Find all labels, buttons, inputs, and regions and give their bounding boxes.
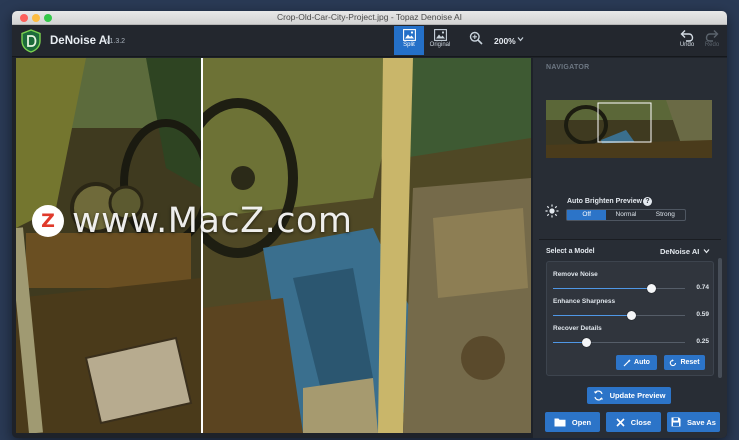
close-icon [616, 417, 625, 427]
zoom-icon[interactable] [469, 31, 483, 45]
watermark-badge: Z [32, 205, 64, 237]
folder-icon [554, 418, 566, 427]
chevron-down-icon[interactable] [517, 36, 524, 42]
original-view-button[interactable]: Original [425, 26, 455, 55]
close-label: Close [630, 417, 652, 427]
redo-label: Redo [704, 42, 720, 48]
panel-scrollbar[interactable] [718, 258, 722, 378]
title-bar: Crop-Old-Car-City-Project.jpg - Topaz De… [12, 11, 727, 25]
right-panel: NAVIGATOR Auto Brighten Preview ? Off No… [533, 58, 727, 438]
refresh-icon [593, 390, 603, 401]
app-name: DeNoise AI [50, 35, 111, 47]
auto-button[interactable]: Auto [616, 355, 657, 370]
model-dropdown-value: DeNoise AI [660, 247, 700, 256]
save-as-button[interactable]: Save As [667, 412, 720, 432]
remove-noise-slider[interactable] [553, 284, 685, 293]
save-icon [671, 417, 681, 427]
toolbar: DeNoise AI v1.3.2 Split Original 200% Un… [12, 25, 727, 57]
original-label: Original [429, 42, 451, 48]
auto-brighten-segmented-control: Off Normal Strong [566, 209, 686, 221]
recover-details-slider[interactable] [553, 338, 685, 347]
open-label: Open [571, 417, 592, 427]
enhance-sharpness-value: 0.59 [696, 311, 709, 318]
help-icon[interactable]: ? [643, 197, 652, 206]
brightness-icon [545, 204, 559, 218]
recover-details-value: 0.25 [696, 338, 709, 345]
undo-icon [680, 30, 694, 42]
reset-label: Reset [680, 359, 700, 366]
enhance-sharpness-slider[interactable] [553, 311, 685, 320]
slider-knob[interactable] [626, 311, 636, 320]
navigator-thumbnail[interactable] [546, 100, 712, 158]
app-window: Crop-Old-Car-City-Project.jpg - Topaz De… [12, 11, 727, 438]
watermark-text: www.MacZ.com [72, 201, 353, 241]
save-as-label: Save As [687, 417, 716, 427]
brighten-option-strong[interactable]: Strong [646, 210, 685, 220]
remove-noise-label: Remove Noise [553, 271, 598, 278]
reset-icon [670, 358, 677, 366]
select-model-label: Select a Model [546, 248, 595, 255]
window-title: Crop-Old-Car-City-Project.jpg - Topaz De… [276, 12, 463, 22]
undo-label: Undo [679, 42, 695, 48]
slider-knob[interactable] [582, 338, 591, 347]
auto-label: Auto [634, 359, 650, 366]
model-settings-box: Remove Noise 0.74 Enhance Sharpness 0.59… [546, 261, 714, 376]
original-view-icon [433, 29, 447, 41]
split-view-icon [402, 29, 416, 41]
navigator-title: NAVIGATOR [546, 64, 590, 71]
model-dropdown[interactable]: DeNoise AI [660, 247, 710, 256]
processed-photo [203, 58, 531, 433]
image-preview-canvas[interactable] [16, 58, 531, 433]
redo-icon [705, 30, 719, 42]
app-version: v1.3.2 [106, 38, 126, 45]
enhance-sharpness-label: Enhance Sharpness [553, 298, 616, 305]
watermark: Z www.MacZ.com [32, 201, 353, 241]
slider-fill [553, 315, 631, 316]
update-preview-button[interactable]: Update Preview [587, 387, 671, 404]
brighten-option-off[interactable]: Off [567, 210, 607, 220]
zoom-level[interactable]: 200% [494, 36, 516, 46]
open-button[interactable]: Open [545, 412, 600, 432]
brighten-option-normal[interactable]: Normal [606, 210, 645, 220]
recover-details-label: Recover Details [553, 325, 602, 332]
close-button[interactable]: Close [606, 412, 661, 432]
slider-fill [553, 288, 651, 289]
original-photo [16, 58, 201, 433]
reset-button[interactable]: Reset [664, 355, 705, 370]
panel-divider [539, 239, 721, 240]
magic-wand-icon [623, 358, 631, 366]
slider-knob[interactable] [646, 284, 656, 293]
auto-brighten-label: Auto Brighten Preview [567, 198, 643, 205]
app-logo-icon [21, 29, 41, 53]
undo-button[interactable]: Undo [675, 27, 699, 48]
split-divider[interactable] [201, 58, 203, 433]
remove-noise-value: 0.74 [696, 284, 709, 291]
chevron-down-icon [703, 249, 710, 254]
split-label: Split [403, 42, 415, 48]
update-preview-label: Update Preview [609, 391, 666, 400]
redo-button[interactable]: Redo [700, 27, 724, 48]
split-view-button[interactable]: Split [394, 26, 424, 55]
